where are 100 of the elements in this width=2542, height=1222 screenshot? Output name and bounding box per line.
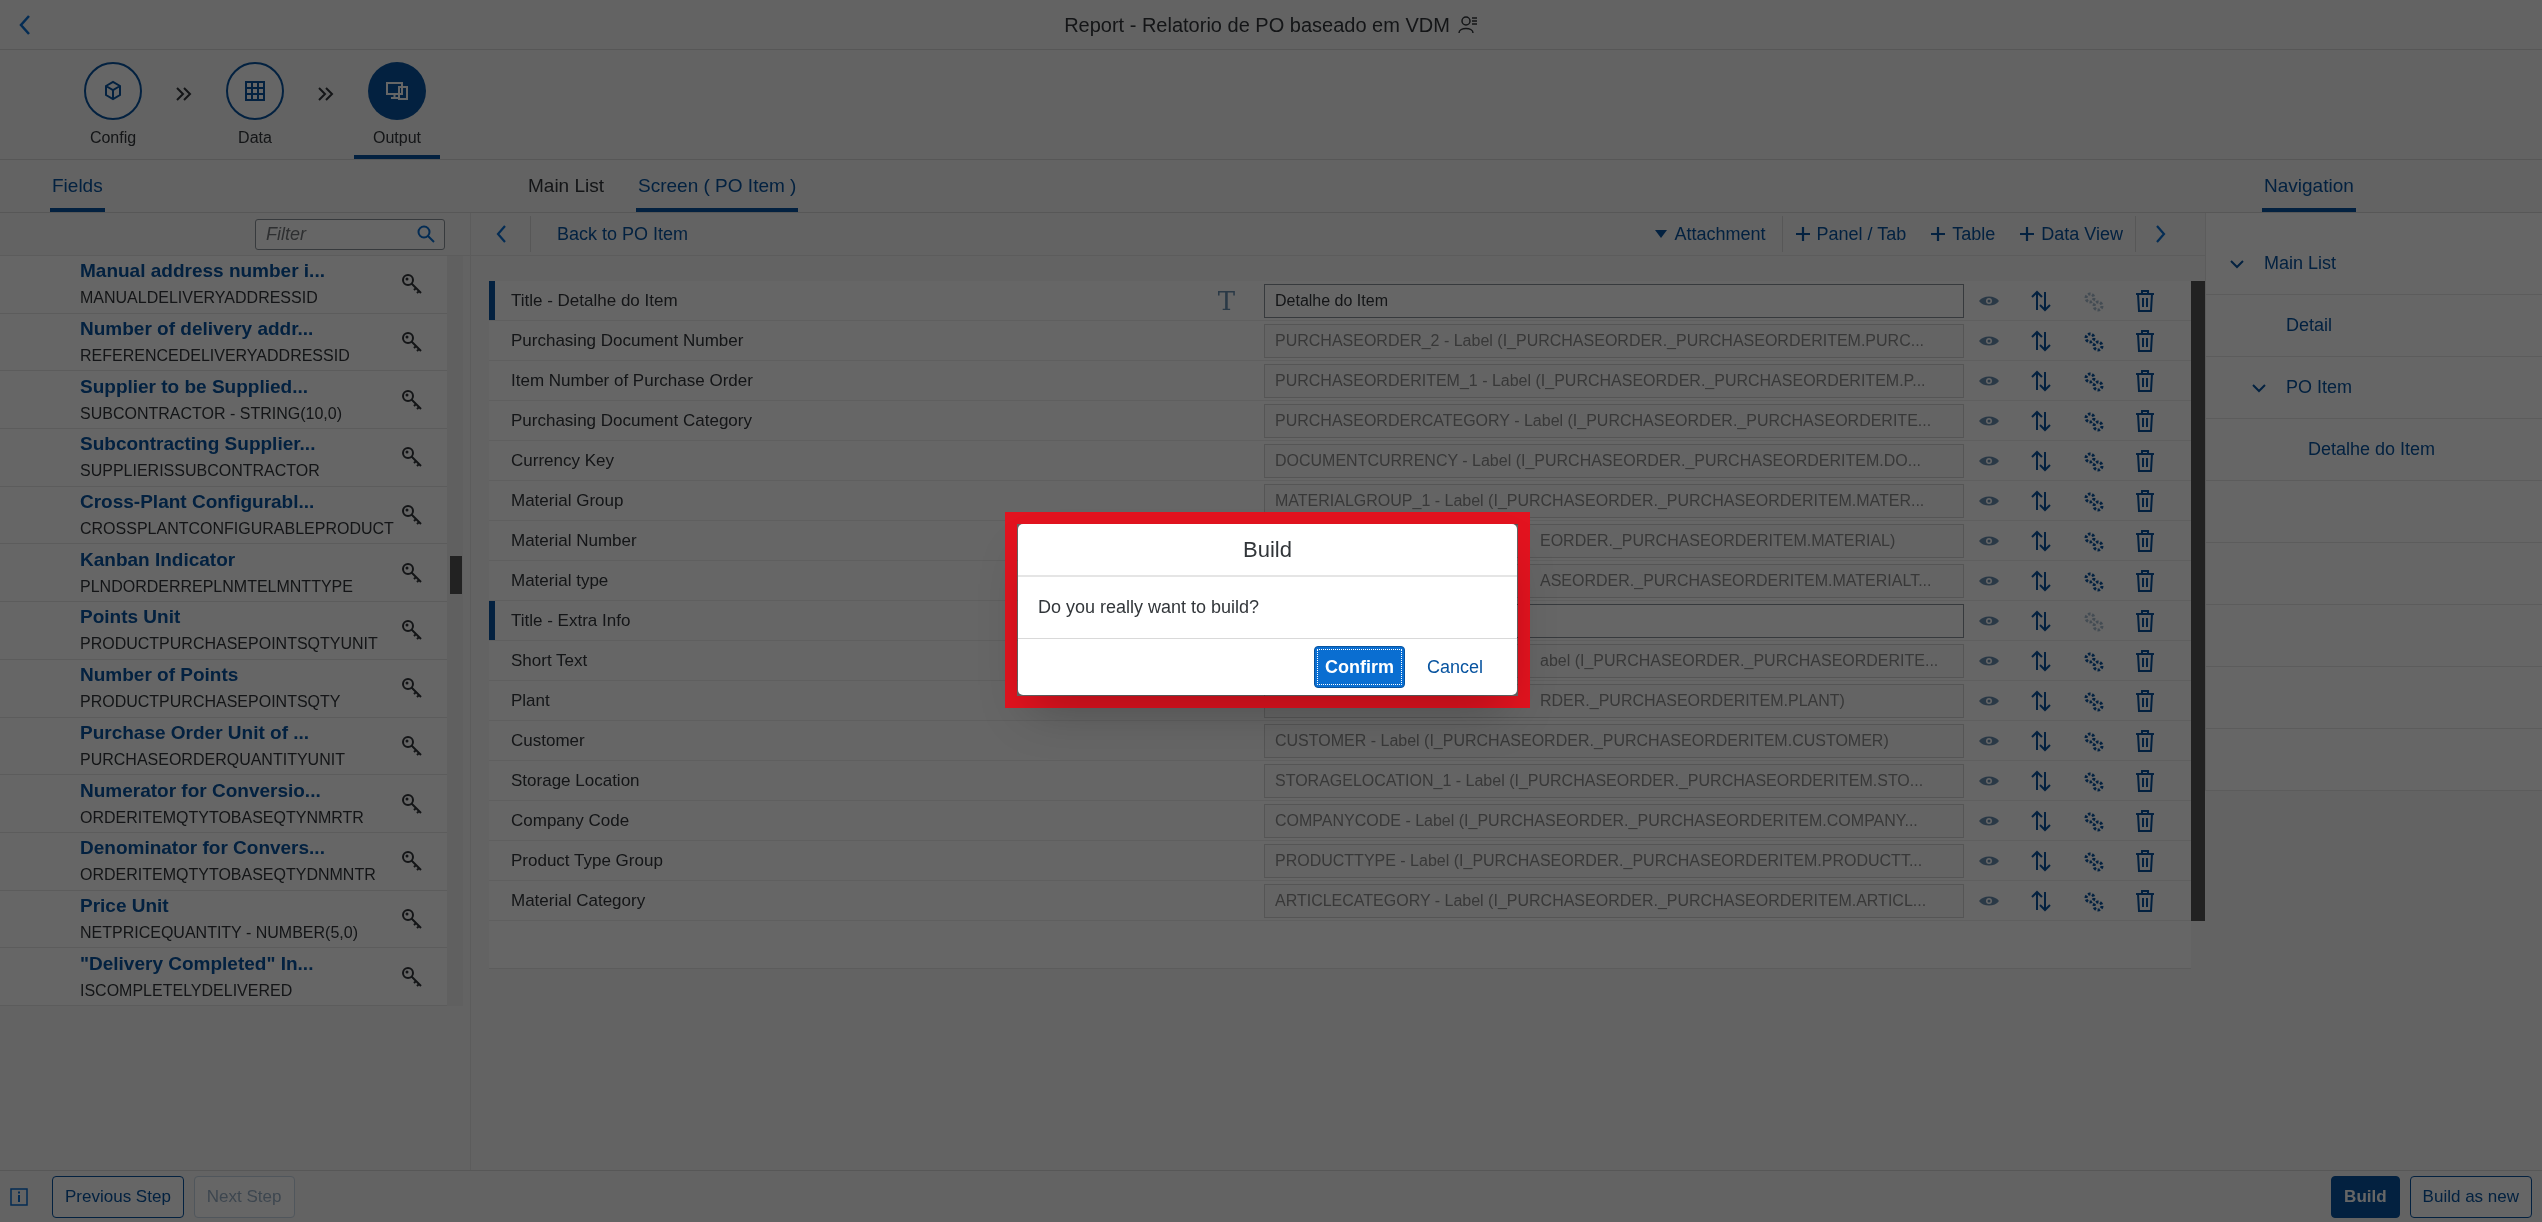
screen-tab[interactable]: Main List bbox=[526, 160, 607, 212]
key-icon[interactable] bbox=[401, 273, 423, 296]
build-button[interactable]: Build bbox=[2331, 1175, 2400, 1218]
nav-item[interactable]: Detalhe do Item bbox=[2308, 436, 2436, 463]
field-title: Kanban Indicator bbox=[80, 549, 237, 570]
trash-icon[interactable] bbox=[2134, 888, 2156, 913]
step-output-button[interactable]: Output bbox=[354, 50, 440, 159]
row-label: Item Number of Purchase Order bbox=[511, 369, 753, 392]
field-technical-name: NETPRICEQUANTITY - NUMBER(5,0) bbox=[80, 923, 359, 942]
field-title: Number of Points bbox=[80, 665, 240, 686]
trash-icon[interactable] bbox=[2134, 568, 2156, 593]
scrollbar-thumb[interactable] bbox=[2191, 281, 2206, 921]
info-icon[interactable] bbox=[10, 1187, 28, 1206]
sort-icon[interactable] bbox=[2030, 528, 2052, 553]
field-title: Denominator for Convers... bbox=[80, 838, 326, 859]
trash-icon[interactable] bbox=[2134, 808, 2156, 833]
confirm-button[interactable]: Confirm bbox=[1313, 646, 1405, 688]
dialog-message: Do you really want to build? bbox=[1038, 596, 1260, 619]
sort-icon[interactable] bbox=[2030, 488, 2052, 513]
toolbar-button[interactable]: Panel / Tab bbox=[1782, 216, 1919, 252]
toolbar-button[interactable]: Data View bbox=[2007, 216, 2135, 252]
field-technical-name: ISCOMPLETELYDELIVERED bbox=[80, 981, 294, 1000]
row-label: Short Text bbox=[511, 649, 588, 672]
row-label: Plant bbox=[511, 689, 550, 712]
sort-icon[interactable] bbox=[2030, 808, 2052, 833]
sort-icon[interactable] bbox=[2030, 888, 2052, 913]
trash-icon[interactable] bbox=[2134, 648, 2156, 673]
trash-icon[interactable] bbox=[2134, 528, 2156, 553]
trash-icon[interactable] bbox=[2134, 448, 2156, 473]
step-data-button[interactable]: Data bbox=[212, 50, 298, 159]
trash-icon[interactable] bbox=[2134, 368, 2156, 393]
row-label: Currency Key bbox=[511, 449, 614, 472]
sort-icon[interactable] bbox=[2030, 328, 2052, 353]
trash-icon[interactable] bbox=[2134, 768, 2156, 793]
sort-icon[interactable] bbox=[2030, 688, 2052, 713]
field-technical-name: ORDERITEMQTYTOBASEQTYNMRTR bbox=[80, 808, 365, 827]
field-title: Number of delivery addr... bbox=[80, 319, 315, 340]
trash-icon[interactable] bbox=[2134, 488, 2156, 513]
key-icon[interactable] bbox=[401, 331, 423, 354]
nav-item[interactable]: PO Item bbox=[2286, 374, 2352, 401]
sort-icon[interactable] bbox=[2030, 408, 2052, 433]
toolbar-button[interactable]: Attachment bbox=[1642, 216, 1783, 252]
key-icon[interactable] bbox=[401, 677, 423, 700]
sort-icon[interactable] bbox=[2030, 768, 2052, 793]
field-technical-name: PLNDORDERREPLNMTELMNTTYPE bbox=[80, 577, 354, 596]
step-config-button[interactable]: Config bbox=[70, 50, 156, 159]
row-label: Material Category bbox=[511, 889, 646, 912]
field-technical-name: PRODUCTPURCHASEPOINTSQTYUNIT bbox=[80, 635, 379, 654]
field-title: Points Unit bbox=[80, 607, 182, 628]
sort-icon[interactable] bbox=[2030, 288, 2052, 313]
sort-icon[interactable] bbox=[2030, 608, 2052, 633]
nav-item[interactable]: Detail bbox=[2286, 312, 2333, 339]
key-icon[interactable] bbox=[401, 504, 423, 527]
chevron-left-icon[interactable] bbox=[494, 224, 507, 244]
row-label: Storage Location bbox=[511, 769, 640, 792]
sort-icon[interactable] bbox=[2030, 368, 2052, 393]
field-title: Price Unit bbox=[80, 895, 170, 916]
key-icon[interactable] bbox=[401, 388, 423, 411]
row-label: Company Code bbox=[511, 809, 630, 832]
build-as-new-button[interactable]: Build as new bbox=[2409, 1175, 2532, 1218]
user-settings-icon bbox=[1457, 14, 1478, 35]
chevron-right-icon[interactable] bbox=[2154, 224, 2167, 244]
plus-icon bbox=[1794, 226, 1811, 242]
trash-icon[interactable] bbox=[2134, 288, 2156, 313]
trash-icon[interactable] bbox=[2134, 848, 2156, 873]
sort-icon[interactable] bbox=[2030, 848, 2052, 873]
plus-icon bbox=[2019, 226, 2036, 242]
row-label: Material type bbox=[511, 569, 609, 592]
key-icon[interactable] bbox=[401, 907, 423, 930]
key-icon[interactable] bbox=[401, 792, 423, 815]
key-icon[interactable] bbox=[401, 446, 423, 469]
key-icon[interactable] bbox=[401, 965, 423, 988]
trash-icon[interactable] bbox=[2134, 328, 2156, 353]
field-technical-name: SUPPLIERISSUBCONTRACTOR bbox=[80, 462, 321, 481]
filter-field[interactable]: Filter bbox=[255, 218, 445, 250]
trash-icon[interactable] bbox=[2134, 608, 2156, 633]
field-technical-name: SUBCONTRACTOR - STRING(10,0) bbox=[80, 404, 343, 423]
back-to-item-link[interactable]: Back to PO Item bbox=[557, 220, 689, 248]
key-icon[interactable] bbox=[401, 561, 423, 584]
trash-icon[interactable] bbox=[2134, 408, 2156, 433]
sort-icon[interactable] bbox=[2030, 448, 2052, 473]
previous-step-button[interactable]: Previous Step bbox=[52, 1175, 184, 1218]
toolbar-button[interactable]: Table bbox=[1918, 216, 2008, 252]
chevron-left-icon[interactable] bbox=[18, 13, 32, 36]
row-label: Product Type Group bbox=[511, 849, 663, 872]
sort-icon[interactable] bbox=[2030, 568, 2052, 593]
row-label: Purchasing Document Category bbox=[511, 409, 752, 432]
scrollbar-thumb[interactable] bbox=[450, 556, 462, 594]
key-icon[interactable] bbox=[401, 734, 423, 757]
key-icon[interactable] bbox=[401, 850, 423, 873]
search-icon[interactable] bbox=[417, 224, 435, 243]
sort-icon[interactable] bbox=[2030, 648, 2052, 673]
sort-icon[interactable] bbox=[2030, 728, 2052, 753]
trash-icon[interactable] bbox=[2134, 728, 2156, 753]
field-title: Subcontracting Supplier... bbox=[80, 434, 317, 455]
trash-icon[interactable] bbox=[2134, 688, 2156, 713]
label-field[interactable]: Detalhe do Item bbox=[1264, 283, 1964, 318]
field-technical-name: ORDERITEMQTYTOBASEQTYDNMNTR bbox=[80, 866, 377, 885]
key-icon[interactable] bbox=[401, 619, 423, 642]
nav-item[interactable]: Main List bbox=[2264, 250, 2337, 277]
